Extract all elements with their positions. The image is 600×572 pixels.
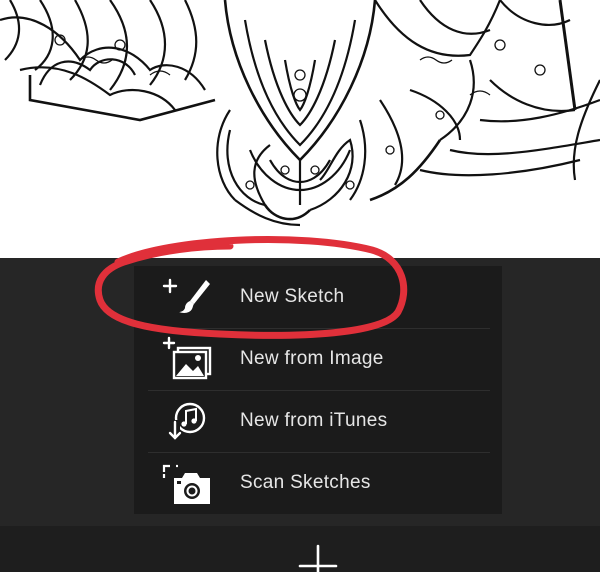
plus-icon[interactable] (296, 542, 340, 572)
menu-item-new-from-image[interactable]: New from Image (134, 328, 502, 390)
menu-item-label: Scan Sketches (240, 472, 371, 493)
bottom-toolbar (0, 526, 600, 572)
itunes-import-icon (156, 398, 218, 444)
app-screen: New Sketch New from Image New from iTune… (0, 0, 600, 572)
plus-image-icon (156, 336, 218, 382)
menu-item-new-sketch[interactable]: New Sketch (134, 266, 502, 328)
menu-item-label: New Sketch (240, 286, 345, 307)
menu-item-new-from-itunes[interactable]: New from iTunes (134, 390, 502, 452)
menu-item-label: New from Image (240, 348, 384, 369)
new-canvas-menu: New Sketch New from Image New from iTune… (134, 266, 502, 514)
menu-item-scan-sketches[interactable]: Scan Sketches (134, 452, 502, 514)
plus-brush-icon (156, 274, 218, 320)
menu-item-label: New from iTunes (240, 410, 388, 431)
scan-camera-icon (156, 460, 218, 506)
mandala-artwork (0, 0, 600, 258)
